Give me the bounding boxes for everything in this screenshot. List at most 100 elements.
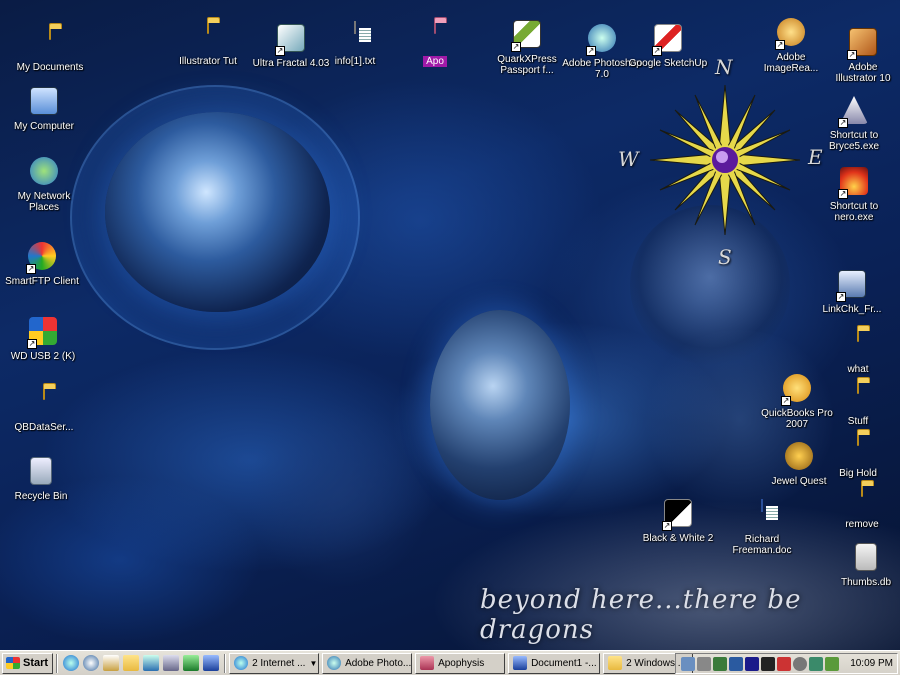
- task-button-internet[interactable]: 2 Internet ... ▼: [229, 652, 320, 674]
- desktop-icon-quarkxpress[interactable]: ↗ QuarkXPress Passport f...: [487, 18, 567, 76]
- my-computer-icon: [28, 87, 60, 119]
- folder-icon: [842, 433, 874, 466]
- jewel-quest-icon: [783, 442, 815, 474]
- media-icon[interactable]: [761, 656, 776, 671]
- desktop-icon-label: Shortcut to Bryce5.exe: [828, 130, 880, 152]
- antivirus-icon[interactable]: [713, 656, 728, 671]
- task-button-label: 2 Internet ...: [252, 657, 306, 669]
- wallpaper-tagline: beyond here...there be dragons: [480, 585, 802, 645]
- word-icon[interactable]: [203, 655, 220, 671]
- task-button-apophysis[interactable]: Apophysis: [415, 652, 506, 674]
- start-button[interactable]: Start: [2, 652, 54, 674]
- ie-icon[interactable]: [63, 655, 80, 671]
- wallpaper-sphere-faint: [250, 400, 430, 590]
- task-button-document1[interactable]: Document1 -...: [508, 652, 601, 674]
- desktop-icon-linkchk[interactable]: ↗ LinkChk_Fr...: [812, 268, 892, 315]
- explorer-icon[interactable]: [123, 655, 140, 671]
- taskbar-clock[interactable]: 10:09 PM: [850, 658, 893, 669]
- taskbar: Start 2 Internet ... ▼ Adobe Photo... Ap…: [0, 650, 900, 675]
- quarkxpress-icon: ↗: [511, 20, 543, 52]
- folder-icon: [842, 329, 874, 362]
- desktop-icon-google-sketchup[interactable]: ↗ Google SketchUp: [628, 22, 708, 69]
- desktop-icon-black-white[interactable]: ↗ Black & White 2: [638, 497, 718, 544]
- desktop-icon-label: Jewel Quest: [771, 476, 827, 487]
- sync-icon[interactable]: [809, 656, 824, 671]
- windows-logo-icon: [6, 657, 20, 669]
- security-icon[interactable]: [777, 656, 792, 671]
- desktop-icon-label: Richard Freeman.doc: [732, 534, 792, 556]
- wallpaper-sphere-medium: [430, 310, 570, 500]
- desktop-icon-remove[interactable]: remove: [822, 484, 900, 530]
- desktop-icon-label: My Documents: [16, 62, 84, 73]
- task-button-label: Document1 -...: [531, 657, 597, 669]
- desktop-icon-my-documents[interactable]: My Documents: [10, 27, 90, 73]
- desktop-icon-jewel-quest[interactable]: Jewel Quest: [759, 440, 839, 487]
- messenger-icon[interactable]: [745, 656, 760, 671]
- desktop-icon-label: Black & White 2: [642, 533, 714, 544]
- database-file-icon: [850, 543, 882, 575]
- desktop-icon-thumbs-db[interactable]: Thumbs.db: [826, 541, 900, 588]
- desktop-icon-quickbooks[interactable]: ↗ QuickBooks Pro 2007: [757, 372, 837, 430]
- desktop-icon-what[interactable]: what: [818, 329, 898, 375]
- word-document-icon: [746, 499, 778, 532]
- desktop-icon-label: My Network Places: [17, 191, 71, 213]
- task-button-label: Apophysis: [438, 657, 485, 669]
- desktop-icon-bryce[interactable]: ↗ Shortcut to Bryce5.exe: [814, 94, 894, 152]
- recycle-bin-icon: [25, 457, 57, 489]
- illustrator-icon: ↗: [847, 28, 879, 60]
- compass-letter-s: S: [718, 245, 732, 269]
- bryce-icon: ↗: [838, 96, 870, 128]
- desktop-icon-adobe-imageready[interactable]: ↗ Adobe ImageRea...: [751, 16, 831, 74]
- desktop-icon-label: Shortcut to nero.exe: [829, 201, 879, 223]
- photoshop-icon[interactable]: [143, 655, 160, 671]
- wallpaper-sphere-large: [105, 112, 330, 312]
- display-icon[interactable]: [729, 656, 744, 671]
- media-player-icon[interactable]: [83, 655, 100, 671]
- network-icon[interactable]: [681, 656, 696, 671]
- desktop-icon-label: WD USB 2 (K): [10, 351, 76, 362]
- desktop-icon-my-network-places[interactable]: My Network Places: [4, 155, 84, 213]
- device-icon[interactable]: [697, 656, 712, 671]
- desktop-icon-illustrator-tut[interactable]: Illustrator Tut: [168, 21, 248, 67]
- folder-icon: [192, 21, 224, 54]
- desktop-icon-wd-usb[interactable]: ↗ WD USB 2 (K): [3, 315, 83, 362]
- folder-icon: [608, 656, 623, 670]
- ie-icon: [234, 656, 249, 670]
- desktop-icon-adobe-illustrator[interactable]: ↗ Adobe Illustrator 10: [830, 26, 896, 84]
- compass-rose: N E S W: [615, 55, 835, 285]
- taskbar-separator: [224, 653, 227, 673]
- quick-launch-bar: [61, 655, 221, 671]
- task-button-photoshop[interactable]: Adobe Photo...: [322, 652, 413, 674]
- smartftp-icon: ↗: [26, 242, 58, 274]
- desktop-icon-apo[interactable]: Apo: [395, 21, 475, 67]
- desktop-icon-label-selected: Apo: [423, 56, 447, 67]
- clock-utility-icon[interactable]: [793, 656, 808, 671]
- network-places-icon: [28, 157, 60, 189]
- desktop-icon-smartftp[interactable]: ↗ SmartFTP Client: [2, 240, 82, 287]
- photoshop-icon: ↗: [586, 24, 618, 56]
- ultra-fractal-icon: ↗: [275, 24, 307, 56]
- system-tray: 10:09 PM: [675, 653, 898, 674]
- desktop-icon-label: QuarkXPress Passport f...: [497, 54, 557, 76]
- desktop-icon-label: info[1].txt: [334, 56, 376, 67]
- desktop-icon-label: My Computer: [13, 121, 74, 132]
- desktop-icon-richard-freeman-doc[interactable]: Richard Freeman.doc: [722, 499, 802, 556]
- desktop-icon-my-computer[interactable]: My Computer: [4, 85, 84, 132]
- folder-icon: [28, 387, 60, 420]
- folder-icon: [842, 381, 874, 414]
- desktop-icon-label: Illustrator Tut: [179, 56, 237, 67]
- outlook-icon[interactable]: [103, 655, 120, 671]
- desktop-icon-qbdataserver[interactable]: QBDataSer...: [4, 387, 84, 433]
- desktop-icon-label: Adobe Illustrator 10: [835, 62, 891, 84]
- compass-letter-w: W: [618, 147, 639, 171]
- update-icon[interactable]: [825, 656, 840, 671]
- quickbooks-icon: ↗: [781, 374, 813, 406]
- desktop-icon-label: remove: [845, 519, 879, 530]
- desktop-icon-label: QuickBooks Pro 2007: [761, 408, 833, 430]
- desktop-icon-recycle-bin[interactable]: Recycle Bin: [1, 455, 81, 502]
- excel-icon[interactable]: [183, 655, 200, 671]
- show-desktop-icon[interactable]: [163, 655, 180, 671]
- task-button-label: Adobe Photo...: [345, 657, 412, 669]
- desktop-icon-info-txt[interactable]: info[1].txt: [315, 21, 395, 67]
- desktop-icon-nero[interactable]: ↗ Shortcut to nero.exe: [814, 165, 894, 223]
